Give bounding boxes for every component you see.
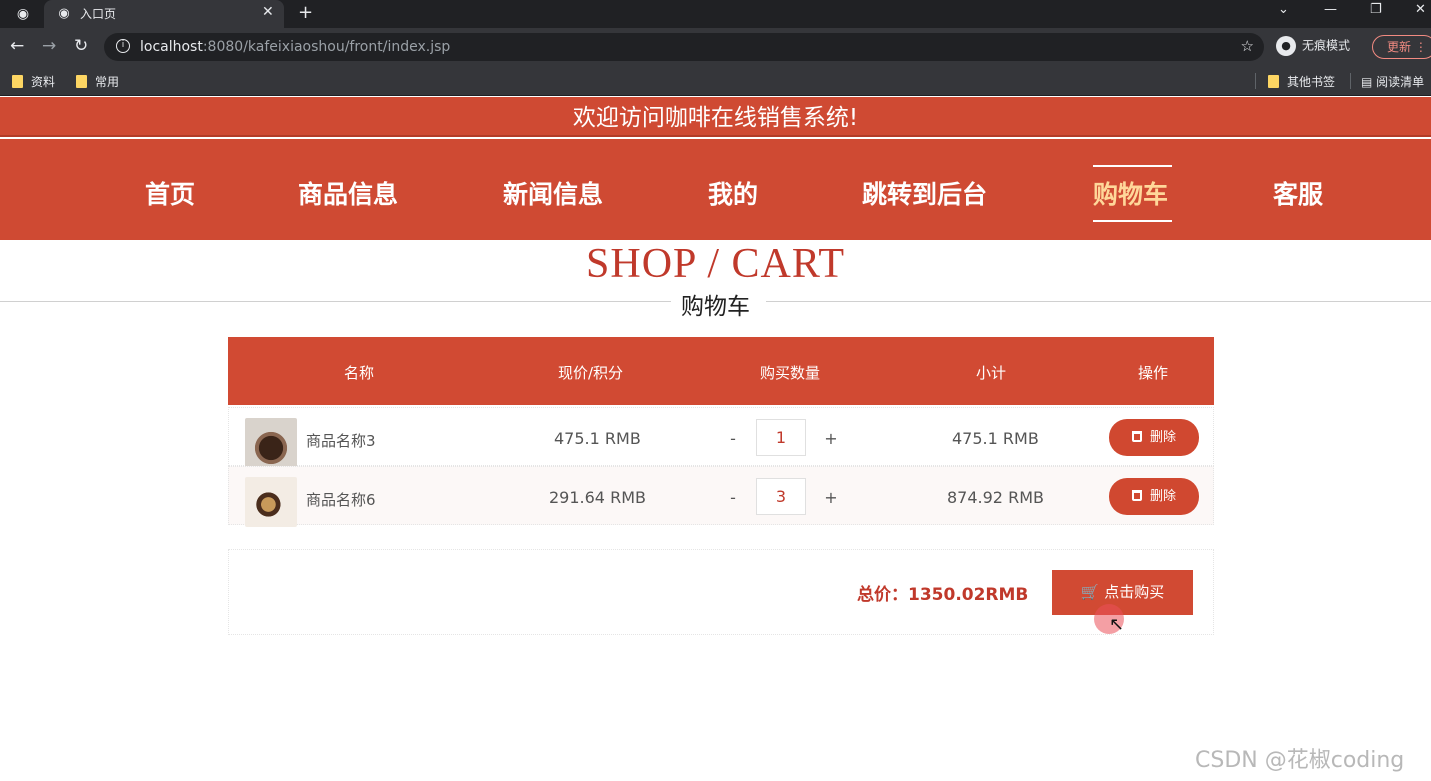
header-name: 名称 [344, 364, 375, 382]
chevron-down-icon[interactable]: ⌄ [1278, 2, 1289, 17]
cart-header: 名称 现价/积分 购买数量 小计 操作 [228, 337, 1214, 405]
trash-icon [1131, 431, 1142, 442]
header-price: 现价/积分 [558, 364, 624, 382]
product-price: 475.1 RMB [554, 429, 641, 448]
list-icon: ▤ [1361, 75, 1373, 89]
qty-increase-button[interactable]: + [821, 488, 841, 507]
page-subtitle: 购物车 [0, 287, 1431, 321]
nav-products[interactable]: 商品信息 [298, 175, 398, 211]
bookmark-folder[interactable]: 其他书签 [1268, 73, 1335, 90]
table-row: 商品名称3 475.1 RMB - 1 + 475.1 RMB 删除 [228, 407, 1214, 468]
nav-news[interactable]: 新闻信息 [503, 175, 603, 211]
bookmark-separator [1255, 73, 1256, 89]
qty-decrease-button[interactable]: - [723, 488, 743, 507]
total-price: 总价：1350.02RMB [857, 585, 1029, 605]
forward-button[interactable]: → [42, 36, 56, 56]
url-text: localhost:8080/kafeixiaoshou/front/index… [140, 39, 451, 55]
nav-cart[interactable]: 购物车 [1093, 175, 1168, 211]
back-button[interactable]: ← [10, 36, 24, 56]
globe-icon: ◉ [58, 6, 70, 21]
browser-tab-bar: ◉ ◉ 入口页 ✕ + ⌄ — ❐ ✕ [0, 0, 1431, 28]
cart-total-panel: 总价：1350.02RMB 🛒 点击购买 [228, 549, 1214, 635]
reading-list[interactable]: ▤ 阅读清单 [1361, 73, 1424, 90]
product-price: 291.64 RMB [549, 488, 646, 507]
nav-service[interactable]: 客服 [1273, 175, 1323, 211]
bookmark-separator [1350, 73, 1351, 89]
globe-icon[interactable]: ◉ [14, 5, 32, 23]
info-icon[interactable]: i [116, 39, 130, 53]
header-subtotal: 小计 [976, 364, 1007, 382]
header-action: 操作 [1138, 364, 1169, 382]
incognito-icon: ● [1276, 36, 1296, 56]
nav-mine[interactable]: 我的 [708, 175, 758, 211]
update-button[interactable]: 更新 ⋮ [1372, 35, 1431, 59]
restore-button[interactable]: ❐ [1370, 2, 1382, 17]
star-icon[interactable]: ☆ [1241, 37, 1254, 55]
address-bar[interactable]: i localhost:8080/kafeixiaoshou/front/ind… [104, 33, 1264, 61]
reload-button[interactable]: ↻ [74, 36, 88, 56]
product-name[interactable]: 商品名称6 [306, 489, 376, 510]
watermark: CSDN @花椒coding [1195, 748, 1405, 773]
new-tab-button[interactable]: + [298, 2, 313, 23]
nav-active-line-top [1093, 165, 1172, 167]
browser-tab[interactable]: ◉ 入口页 ✕ [44, 0, 284, 28]
cart-icon: 🛒 [1080, 583, 1100, 601]
bookmark-folder[interactable]: 资料 [12, 73, 55, 90]
window-close-button[interactable]: ✕ [1415, 2, 1426, 17]
incognito-indicator[interactable]: ● 无痕模式 [1276, 36, 1350, 58]
tab-title: 入口页 [80, 7, 117, 21]
minimize-button[interactable]: — [1324, 2, 1337, 17]
trash-icon [1131, 490, 1142, 501]
header-qty: 购买数量 [760, 364, 821, 382]
product-subtotal: 475.1 RMB [952, 429, 1039, 448]
product-name[interactable]: 商品名称3 [306, 430, 376, 451]
nav-home[interactable]: 首页 [145, 175, 195, 211]
close-icon[interactable]: ✕ [262, 4, 274, 20]
folder-icon [76, 75, 87, 88]
product-image[interactable] [245, 418, 297, 468]
main-nav: 首页 商品信息 新闻信息 我的 跳转到后台 购物车 客服 [0, 139, 1431, 240]
delete-button[interactable]: 删除 [1109, 478, 1199, 515]
quantity-input[interactable]: 3 [756, 478, 806, 515]
browser-toolbar: ← → ↻ i localhost:8080/kafeixiaoshou/fro… [0, 28, 1431, 66]
qty-decrease-button[interactable]: - [723, 429, 743, 448]
folder-icon [1268, 75, 1279, 88]
product-subtotal: 874.92 RMB [947, 488, 1044, 507]
buy-button[interactable]: 🛒 点击购买 [1052, 570, 1193, 615]
folder-icon [12, 75, 23, 88]
page-title: SHOP / CART [586, 241, 845, 287]
product-image[interactable] [245, 477, 297, 527]
cursor-icon: ↖ [1109, 614, 1125, 635]
quantity-input[interactable]: 1 [756, 419, 806, 456]
nav-admin[interactable]: 跳转到后台 [862, 175, 987, 211]
delete-button[interactable]: 删除 [1109, 419, 1199, 456]
welcome-banner: 欢迎访问咖啡在线销售系统! [0, 97, 1431, 137]
table-row: 商品名称6 291.64 RMB - 3 + 874.92 RMB 删除 [228, 466, 1214, 527]
bookmark-folder[interactable]: 常用 [76, 73, 119, 90]
bookmarks-bar: 资料 常用 其他书签 ▤ 阅读清单 [0, 66, 1431, 96]
nav-active-line-bottom [1093, 220, 1172, 222]
qty-increase-button[interactable]: + [821, 429, 841, 448]
